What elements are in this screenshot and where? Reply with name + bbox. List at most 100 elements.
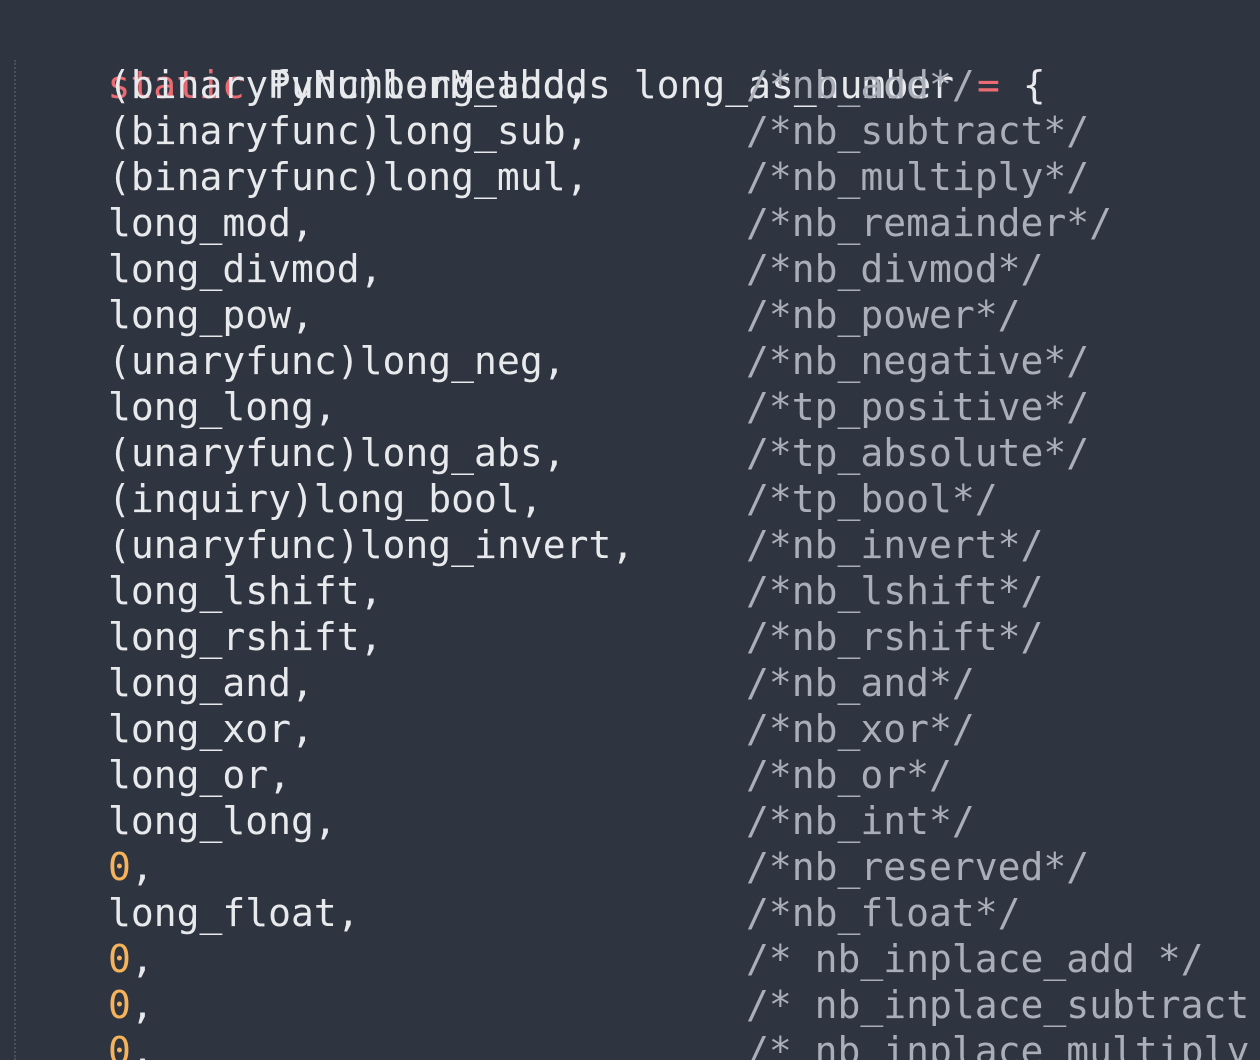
type-cast: (binaryfunc) xyxy=(108,155,383,199)
function-name: long_abs xyxy=(359,431,543,475)
comma: , xyxy=(291,661,314,705)
comma: , xyxy=(130,845,154,889)
comma: , xyxy=(359,569,383,613)
slot-comment: /*nb_add*/ xyxy=(746,63,975,107)
code-entry: long_and, xyxy=(108,660,314,706)
slot-comment: /*nb_or*/ xyxy=(746,753,952,797)
slot-comment: /*tp_positive*/ xyxy=(746,385,1090,429)
function-name: long_or xyxy=(108,753,269,797)
open-brace: { xyxy=(1022,63,1046,107)
type-cast: (unaryfunc) xyxy=(108,431,360,475)
code-entry: long_rshift, xyxy=(108,614,383,660)
comma: , xyxy=(611,523,635,567)
indent-guide xyxy=(14,60,16,1060)
code-entry: long_long, xyxy=(108,384,337,430)
slot-comment: /*nb_divmod*/ xyxy=(746,247,1044,291)
code-entry: (binaryfunc)long_add, xyxy=(108,62,588,108)
comma: , xyxy=(565,109,589,153)
function-name: long_xor xyxy=(108,707,292,751)
numeric-literal: 0 xyxy=(108,845,131,889)
slot-comment: /* nb_inplace_subtract xyxy=(746,983,1250,1027)
code-entry: (binaryfunc)long_mul, xyxy=(108,154,588,200)
slot-comment: /*nb_and*/ xyxy=(746,661,975,705)
comma: , xyxy=(542,431,566,475)
function-name: long_add xyxy=(382,63,566,107)
function-name: long_long xyxy=(108,799,314,843)
function-name: long_pow xyxy=(108,293,292,337)
function-name: long_long xyxy=(108,385,314,429)
slot-comment: /*nb_invert*/ xyxy=(746,523,1044,567)
slot-comment: /*nb_power*/ xyxy=(746,293,1021,337)
slot-comment: /*nb_subtract*/ xyxy=(746,109,1090,153)
code-entry: long_lshift, xyxy=(108,568,383,614)
comma: , xyxy=(130,983,154,1027)
type-cast: (binaryfunc) xyxy=(108,109,383,153)
function-name: long_mod xyxy=(108,201,292,245)
declaration-line[interactable]: static PyNumberMethods long_as_number = … xyxy=(16,16,1046,107)
comma: , xyxy=(130,937,154,981)
function-name: long_mul xyxy=(382,155,566,199)
slot-comment: /* nb_inplace_add */ xyxy=(746,937,1204,981)
type-cast: (unaryfunc) xyxy=(108,523,360,567)
code-entry: 0, xyxy=(108,1028,154,1060)
slot-comment: /*nb_reserved*/ xyxy=(746,845,1090,889)
numeric-literal: 0 xyxy=(108,1029,131,1060)
comma: , xyxy=(542,339,566,383)
comma: , xyxy=(565,63,589,107)
slot-comment: /*nb_float*/ xyxy=(746,891,1021,935)
slot-comment: /*nb_negative*/ xyxy=(746,339,1090,383)
comma: , xyxy=(291,293,314,337)
comma: , xyxy=(565,155,589,199)
code-entry: long_xor, xyxy=(108,706,314,752)
comma: , xyxy=(359,615,383,659)
code-entry: 0, xyxy=(108,936,154,982)
slot-comment: /*tp_absolute*/ xyxy=(746,431,1090,475)
function-name: long_divmod xyxy=(108,247,360,291)
code-entry: (unaryfunc)long_abs, xyxy=(108,430,566,476)
code-entry: (inquiry)long_bool, xyxy=(108,476,543,522)
type-cast: (unaryfunc) xyxy=(108,339,360,383)
numeric-literal: 0 xyxy=(108,983,131,1027)
comma: , xyxy=(130,1029,154,1060)
function-name: long_neg xyxy=(359,339,543,383)
function-name: long_rshift xyxy=(108,615,360,659)
slot-comment: /*nb_lshift*/ xyxy=(746,569,1044,613)
code-entry: (binaryfunc)long_sub, xyxy=(108,108,588,154)
type-cast: (inquiry) xyxy=(108,477,314,521)
comma: , xyxy=(291,201,314,245)
code-entry: long_pow, xyxy=(108,292,314,338)
slot-comment: /*nb_remainder*/ xyxy=(746,201,1113,245)
function-name: long_sub xyxy=(382,109,566,153)
comma: , xyxy=(268,753,292,797)
comma: , xyxy=(313,385,337,429)
code-entry: long_divmod, xyxy=(108,246,383,292)
function-name: long_lshift xyxy=(108,569,360,613)
function-name: long_invert xyxy=(359,523,612,567)
code-entry: long_long, xyxy=(108,798,337,844)
comma: , xyxy=(291,707,314,751)
comma: , xyxy=(313,799,337,843)
function-name: long_float xyxy=(108,891,337,935)
function-name: long_bool xyxy=(313,477,520,521)
slot-comment: /*nb_int*/ xyxy=(746,799,975,843)
slot-comment: /*nb_multiply*/ xyxy=(746,155,1090,199)
code-entry: 0, xyxy=(108,982,154,1028)
function-name: long_and xyxy=(108,661,292,705)
assignment-operator: = xyxy=(976,63,1000,107)
comma: , xyxy=(336,891,360,935)
slot-comment: /*nb_xor*/ xyxy=(746,707,975,751)
slot-comment: /*nb_rshift*/ xyxy=(746,615,1044,659)
code-editor[interactable]: static PyNumberMethods long_as_number = … xyxy=(0,0,1260,1060)
code-entry: long_float, xyxy=(108,890,360,936)
comma: , xyxy=(359,247,383,291)
type-cast: (binaryfunc) xyxy=(108,63,383,107)
code-entry: long_mod, xyxy=(108,200,314,246)
code-entry: 0, xyxy=(108,844,154,890)
numeric-literal: 0 xyxy=(108,937,131,981)
slot-comment: /* nb_inplace_multiply xyxy=(746,1029,1250,1060)
code-entry: (unaryfunc)long_neg, xyxy=(108,338,566,384)
code-entry: long_or, xyxy=(108,752,291,798)
comma: , xyxy=(519,477,543,521)
code-entry: (unaryfunc)long_invert, xyxy=(108,522,634,568)
slot-comment: /*tp_bool*/ xyxy=(746,477,998,521)
